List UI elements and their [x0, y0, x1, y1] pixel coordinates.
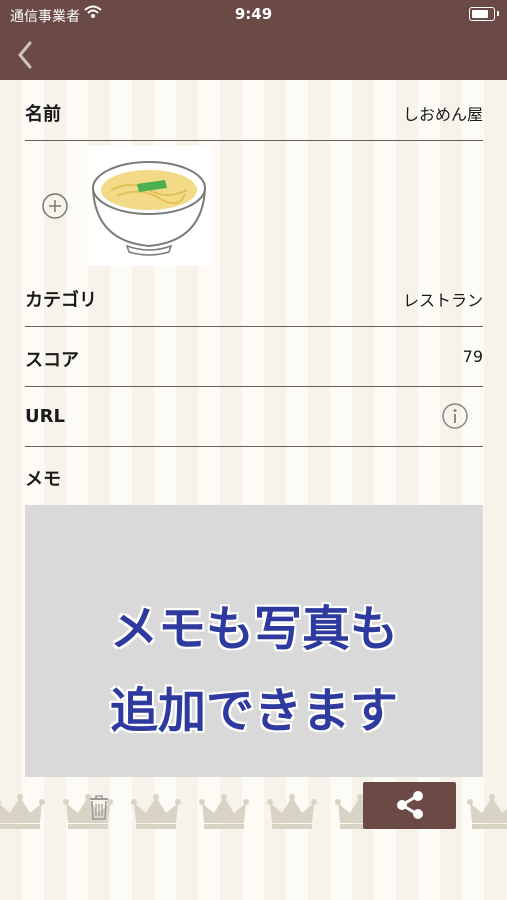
crown-icon	[131, 794, 181, 829]
url-label: URL	[25, 406, 65, 427]
crown-icon	[467, 794, 507, 829]
ramen-photo[interactable]	[87, 146, 211, 266]
name-row[interactable]: 名前 しおめん屋	[25, 80, 483, 141]
name-label: 名前	[25, 104, 61, 125]
info-icon[interactable]	[441, 402, 469, 430]
share-icon	[397, 791, 423, 819]
promo-line-1: メモも写真も	[109, 601, 398, 657]
memo-label: メモ	[25, 469, 61, 490]
crown-icon	[0, 794, 45, 829]
clock: 9:49	[234, 5, 273, 23]
trash-icon[interactable]	[86, 792, 112, 822]
share-button[interactable]	[363, 782, 456, 829]
plus-circle-icon[interactable]	[41, 192, 69, 220]
score-label: スコア	[25, 350, 79, 371]
promo-line-2: 追加できます	[109, 683, 398, 739]
category-row[interactable]: カテゴリ レストラン	[25, 266, 483, 327]
memo-textarea[interactable]: メモも写真も 追加できます	[25, 505, 483, 777]
photo-area	[25, 142, 483, 266]
back-chevron-icon[interactable]	[12, 38, 42, 72]
crown-icon	[199, 794, 249, 829]
score-row[interactable]: スコア 79	[25, 326, 483, 387]
crown-icon	[267, 794, 317, 829]
bottom-toolbar	[0, 778, 507, 848]
battery-icon	[469, 7, 499, 21]
score-value: 79	[462, 347, 483, 366]
status-bar: 通信事業者 9:49	[0, 0, 507, 30]
name-value: しおめん屋	[402, 105, 483, 124]
url-row[interactable]: URL	[25, 386, 483, 447]
nav-bar	[0, 30, 507, 80]
category-value: レストラン	[402, 291, 483, 310]
category-label: カテゴリ	[25, 290, 97, 311]
